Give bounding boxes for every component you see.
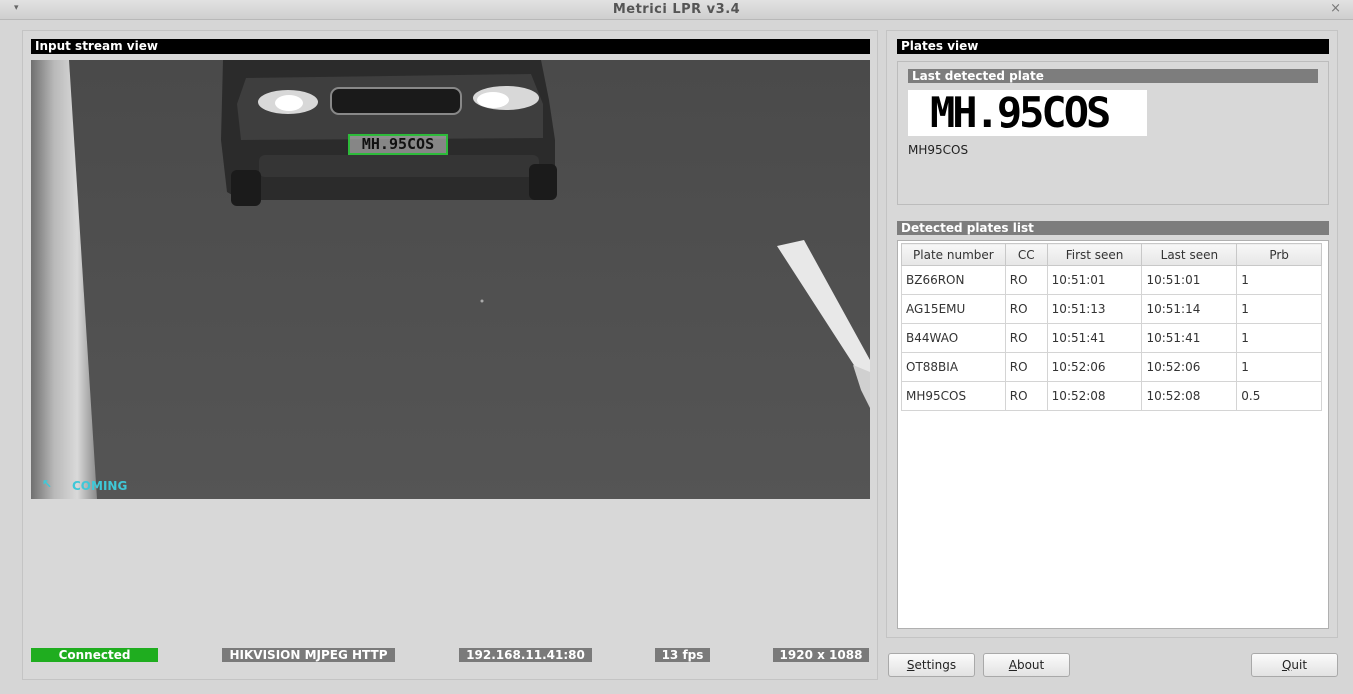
table-row[interactable]: BZ66RON RO 10:51:01 10:51:01 1 (901, 265, 1322, 295)
column-header-last-seen[interactable]: Last seen (1141, 243, 1238, 266)
cell-plate: AG15EMU (901, 294, 1006, 324)
cell-last-seen: 10:51:14 (1141, 294, 1238, 324)
about-mnemonic: A (1008, 658, 1017, 672)
cell-prb: 1 (1236, 294, 1322, 324)
quit-mnemonic: Q (1281, 658, 1292, 672)
quit-button[interactable]: Quit (1251, 653, 1338, 677)
close-icon[interactable]: × (1330, 1, 1341, 16)
column-header-first-seen[interactable]: First seen (1046, 243, 1143, 266)
quit-label: uit (1291, 658, 1308, 672)
camera-feed (31, 60, 870, 499)
settings-button[interactable]: Settings (888, 653, 975, 677)
cell-first-seen: 10:51:01 (1046, 265, 1143, 295)
cell-cc: RO (1004, 323, 1048, 353)
cell-prb: 1 (1236, 323, 1322, 353)
table-row[interactable]: B44WAO RO 10:51:41 10:51:41 1 (901, 323, 1322, 353)
plates-table: Plate number CC First seen Last seen Prb… (901, 243, 1322, 411)
direction-arrow-icon: ↖ (42, 477, 53, 491)
connection-status: Connected (31, 648, 158, 662)
settings-mnemonic: S (906, 658, 915, 672)
cell-first-seen: 10:51:41 (1046, 323, 1143, 353)
cell-cc: RO (1004, 381, 1048, 411)
stream-address: 192.168.11.41:80 (459, 648, 592, 662)
detected-plate-box: MH.95COS (348, 134, 448, 155)
cell-first-seen: 10:52:08 (1046, 381, 1143, 411)
about-button[interactable]: About (983, 653, 1070, 677)
cell-last-seen: 10:51:01 (1141, 265, 1238, 295)
direction-overlay: ↖ COMING (42, 477, 128, 493)
plates-view-header: Plates view (897, 39, 1329, 54)
stream-source: HIKVISION MJPEG HTTP (222, 648, 395, 662)
cell-prb: 1 (1236, 265, 1322, 295)
cell-last-seen: 10:52:06 (1141, 352, 1238, 382)
cell-prb: 1 (1236, 352, 1322, 382)
cell-last-seen: 10:51:41 (1141, 323, 1238, 353)
table-row[interactable]: MH95COS RO 10:52:08 10:52:08 0.5 (901, 381, 1322, 411)
cell-first-seen: 10:52:06 (1046, 352, 1143, 382)
detected-plates-table[interactable]: Plate number CC First seen Last seen Prb… (897, 240, 1329, 629)
cell-prb: 0.5 (1236, 381, 1322, 411)
title-bar: ▾ Metrici LPR v3.4 × (0, 0, 1353, 20)
cell-last-seen: 10:52:08 (1141, 381, 1238, 411)
settings-label: ettings (914, 658, 957, 672)
column-header-prb[interactable]: Prb (1236, 243, 1322, 266)
window-title: Metrici LPR v3.4 (612, 2, 741, 17)
table-row[interactable]: AG15EMU RO 10:51:13 10:51:14 1 (901, 294, 1322, 324)
direction-label: COMING (72, 479, 128, 493)
column-header-plate[interactable]: Plate number (901, 243, 1006, 266)
input-stream-header: Input stream view (31, 39, 870, 54)
column-header-cc[interactable]: CC (1004, 243, 1048, 266)
cell-plate: MH95COS (901, 381, 1006, 411)
table-header-row: Plate number CC First seen Last seen Prb (901, 243, 1322, 266)
last-plate-image: MH.95COS (908, 90, 1147, 136)
stream-resolution: 1920 x 1088 (773, 648, 869, 662)
camera-image (31, 60, 870, 499)
last-detected-plate-header: Last detected plate (908, 69, 1318, 83)
last-plate-text: MH95COS (908, 143, 969, 157)
cell-first-seen: 10:51:13 (1046, 294, 1143, 324)
cell-plate: BZ66RON (901, 265, 1006, 295)
cell-cc: RO (1004, 265, 1048, 295)
detected-plates-list-header: Detected plates list (897, 221, 1329, 235)
table-row[interactable]: OT88BIA RO 10:52:06 10:52:06 1 (901, 352, 1322, 382)
cell-plate: OT88BIA (901, 352, 1006, 382)
stream-fps: 13 fps (655, 648, 710, 662)
cell-cc: RO (1004, 294, 1048, 324)
cell-cc: RO (1004, 352, 1048, 382)
about-label: bout (1016, 658, 1045, 672)
cell-plate: B44WAO (901, 323, 1006, 353)
